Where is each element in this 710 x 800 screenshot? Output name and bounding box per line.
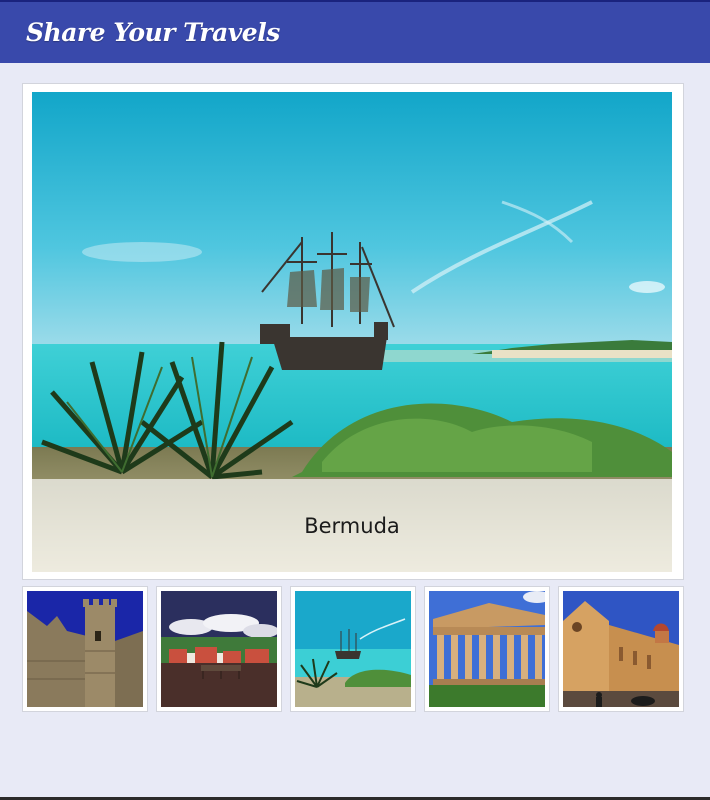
featured-photo-frame: Bermuda bbox=[22, 83, 684, 580]
photo-caption: Bermuda bbox=[304, 513, 400, 538]
thumbnail-image bbox=[429, 591, 545, 707]
thumbnail-harbor[interactable] bbox=[156, 586, 282, 712]
caption-band: Bermuda bbox=[32, 479, 672, 572]
greek-temple-image bbox=[429, 591, 545, 707]
thumbnail-temple[interactable] bbox=[424, 586, 550, 712]
thumbnail-image bbox=[295, 591, 411, 707]
thumbnail-castle[interactable] bbox=[22, 586, 148, 712]
thumbnail-image bbox=[27, 591, 143, 707]
featured-photo[interactable]: Bermuda bbox=[32, 92, 672, 572]
site-header: Share Your Travels bbox=[0, 0, 710, 63]
thumbnail-bermuda[interactable] bbox=[290, 586, 416, 712]
pirate-ship-thumb-image bbox=[295, 591, 411, 707]
castle-tower-image bbox=[27, 591, 143, 707]
church-facade-image bbox=[563, 591, 679, 707]
thumbnail-image bbox=[161, 591, 277, 707]
harbor-town-image bbox=[161, 591, 277, 707]
thumbnail-church[interactable] bbox=[558, 586, 684, 712]
site-title[interactable]: Share Your Travels bbox=[26, 18, 280, 47]
thumbnail-image bbox=[563, 591, 679, 707]
